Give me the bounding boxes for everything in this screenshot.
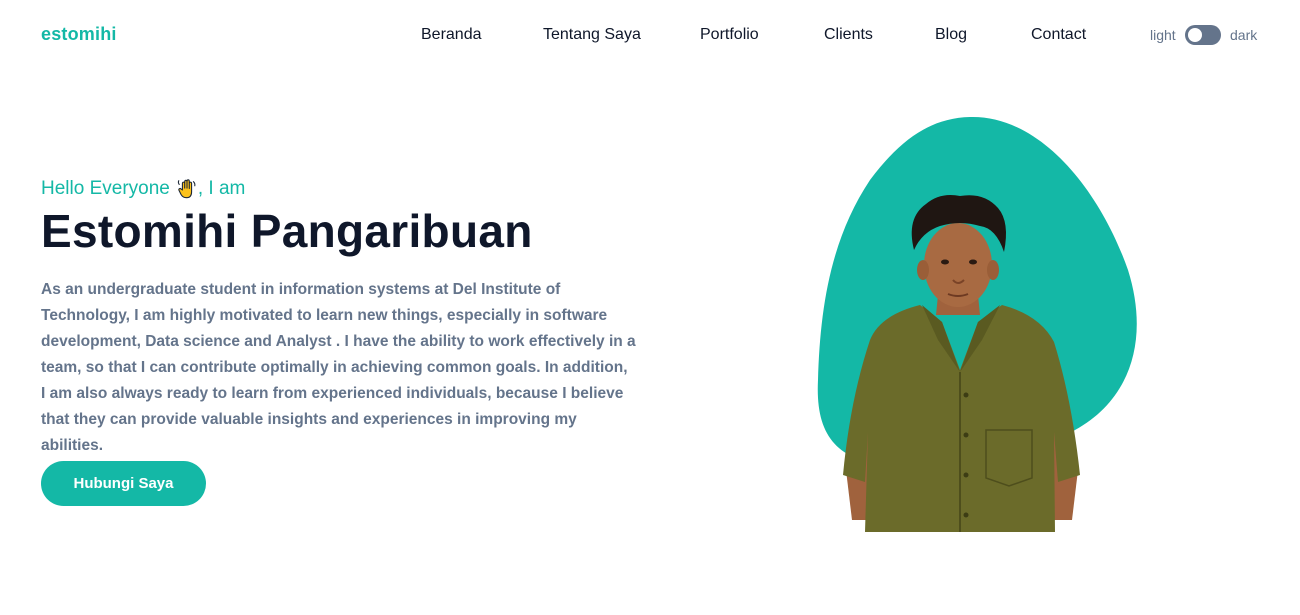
nav-item-tentang-saya[interactable]: Tentang Saya bbox=[543, 26, 641, 44]
nav-item-portfolio[interactable]: Portfolio bbox=[700, 26, 759, 44]
greeting-suffix: , I am bbox=[197, 178, 246, 199]
hero-description: As an undergraduate student in informati… bbox=[41, 280, 636, 454]
nav-item-beranda[interactable]: Beranda bbox=[421, 26, 482, 44]
greeting-text: Hello Everyone bbox=[41, 178, 170, 199]
theme-light-label: light bbox=[1150, 27, 1176, 43]
greeting: Hello Everyone , I am bbox=[41, 178, 641, 200]
nav-item-clients[interactable]: Clients bbox=[824, 26, 873, 44]
nav-item-blog[interactable]: Blog bbox=[935, 26, 967, 44]
theme-switch[interactable] bbox=[1185, 25, 1221, 45]
theme-dark-label: dark bbox=[1230, 27, 1258, 43]
hero-name: Estomihi Pangaribuan bbox=[41, 205, 533, 257]
waving-hand-icon bbox=[177, 179, 196, 199]
portrait-image bbox=[817, 116, 1137, 532]
theme-switch-knob bbox=[1188, 28, 1202, 42]
contact-me-button[interactable]: Hubungi Saya bbox=[41, 461, 206, 506]
hero-portrait bbox=[810, 110, 1150, 540]
navbar: estomihi Beranda Tentang Saya Portfolio … bbox=[0, 0, 1300, 72]
hero-text: Hello Everyone , I am Estomihi Pangaribu… bbox=[41, 178, 641, 459]
brand-logo[interactable]: estomihi bbox=[41, 24, 117, 45]
nav-item-contact[interactable]: Contact bbox=[1031, 26, 1086, 44]
theme-toggle: light dark bbox=[1150, 25, 1260, 47]
